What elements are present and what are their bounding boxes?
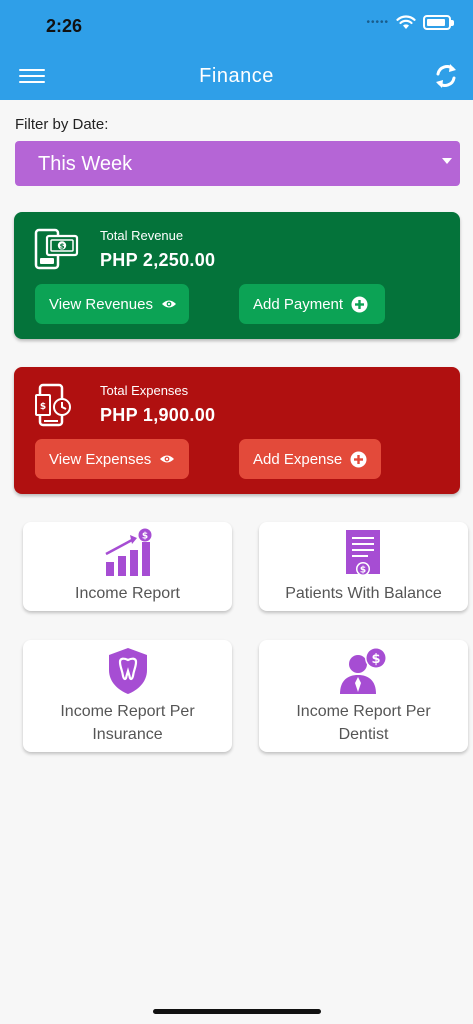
chevron-down-icon: [442, 158, 452, 164]
expense-receipt-phone-icon: $: [35, 383, 71, 427]
plus-circle-icon: [350, 451, 367, 468]
total-expenses-amount: PHP 1,900.00: [100, 405, 216, 425]
wifi-icon: [396, 15, 416, 29]
dentist-dollar-icon: $: [259, 646, 468, 696]
dentist-label-line2: Dentist: [338, 726, 389, 743]
tooth-shield-icon: [23, 646, 232, 696]
refresh-icon: [436, 64, 456, 88]
add-payment-label: Add Payment: [253, 295, 344, 313]
view-expenses-button[interactable]: View Expenses: [35, 439, 189, 479]
svg-text:$: $: [60, 243, 65, 251]
income-report-per-insurance-tile[interactable]: Income Report Per Insurance: [23, 640, 232, 752]
expenses-card: $ Total Expenses PHP 1,900.00 View Expen…: [14, 367, 460, 494]
filter-label: Filter by Date:: [15, 116, 109, 133]
total-revenue-amount: PHP 2,250.00: [100, 250, 216, 270]
home-indicator[interactable]: [153, 1009, 321, 1014]
patients-with-balance-label: Patients With Balance: [285, 585, 442, 602]
battery-icon: [423, 15, 454, 30]
add-expense-button[interactable]: Add Expense: [239, 439, 381, 479]
svg-text:$: $: [359, 566, 365, 576]
insurance-label-line1: Income Report Per: [60, 703, 195, 720]
date-filter-value: This Week: [38, 153, 133, 175]
total-expenses-label: Total Expenses: [100, 383, 189, 398]
status-icons: •••••: [366, 15, 454, 30]
eye-icon: [159, 453, 175, 465]
patients-with-balance-tile[interactable]: $ Patients With Balance: [259, 522, 468, 611]
view-expenses-label: View Expenses: [49, 450, 152, 468]
svg-text:$: $: [141, 532, 147, 542]
dentist-label-line1: Income Report Per: [296, 703, 431, 720]
app-header: Finance: [0, 52, 473, 100]
view-revenues-button[interactable]: View Revenues: [35, 284, 189, 324]
income-report-per-insurance-label: Income Report Per Insurance: [23, 700, 232, 746]
page-title: Finance: [199, 65, 274, 87]
status-time: 2:26: [46, 16, 83, 36]
invoice-dollar-icon: $: [259, 528, 468, 578]
income-report-per-dentist-tile[interactable]: $ Income Report Per Dentist: [259, 640, 468, 752]
insurance-label-line2: Insurance: [92, 726, 163, 743]
revenue-card: $ Total Revenue PHP 2,250.00 View Revenu…: [14, 212, 460, 339]
plus-circle-icon: [351, 296, 368, 313]
income-report-tile[interactable]: $ Income Report: [23, 522, 232, 611]
refresh-button[interactable]: [433, 62, 459, 90]
view-revenues-label: View Revenues: [49, 295, 153, 313]
income-report-label: Income Report: [75, 585, 180, 602]
svg-text:$: $: [371, 652, 380, 667]
income-report-per-dentist-label: Income Report Per Dentist: [259, 700, 468, 746]
total-revenue-label: Total Revenue: [100, 228, 184, 243]
money-phone-icon: $: [34, 228, 79, 270]
svg-text:$: $: [40, 402, 46, 412]
add-payment-button[interactable]: Add Payment: [239, 284, 385, 324]
status-bar: 2:26 •••••: [0, 0, 473, 52]
add-expense-label: Add Expense: [253, 450, 343, 468]
signal-dots-icon: •••••: [366, 17, 389, 28]
eye-icon: [161, 298, 177, 310]
income-report-chart-icon: $: [23, 528, 232, 578]
date-filter-select[interactable]: This Week: [15, 141, 460, 186]
